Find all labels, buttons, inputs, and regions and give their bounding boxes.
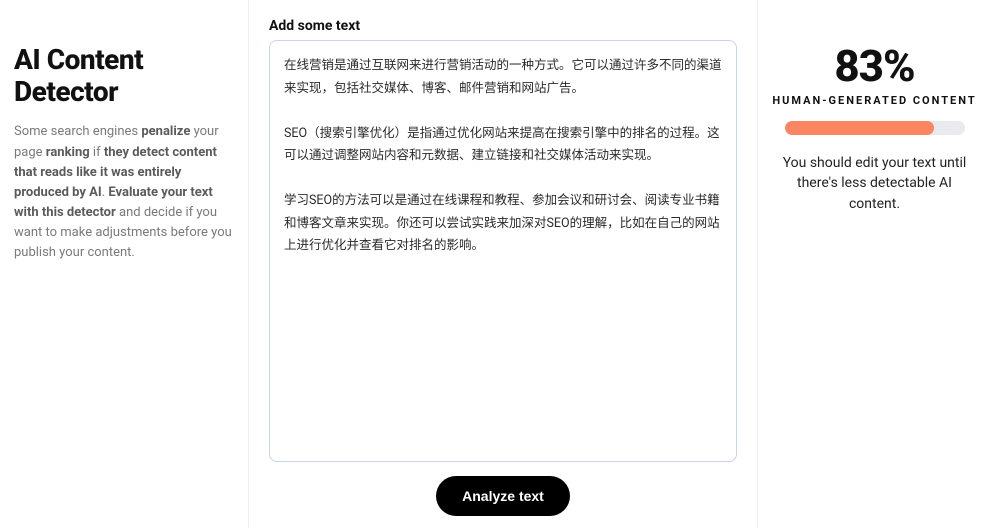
input-label: Add some text (269, 18, 737, 34)
description: Some search engines penalize your page r… (14, 122, 238, 263)
score-label: HUMAN-GENERATED CONTENT (770, 94, 979, 107)
page-title: AI Content Detector (14, 44, 238, 108)
analyze-button[interactable]: Analyze text (436, 476, 570, 516)
score-value: 83% (770, 40, 979, 92)
result-panel: 83% HUMAN-GENERATED CONTENT You should e… (758, 0, 985, 528)
score-bar (785, 121, 965, 135)
content-textarea[interactable] (269, 40, 737, 462)
input-panel: Add some text Analyze text (248, 0, 758, 528)
info-panel: AI Content Detector Some search engines … (0, 0, 248, 528)
analyze-wrap: Analyze text (269, 462, 737, 516)
advice-text: You should edit your text until there's … (770, 153, 979, 214)
score-bar-fill (785, 121, 934, 135)
